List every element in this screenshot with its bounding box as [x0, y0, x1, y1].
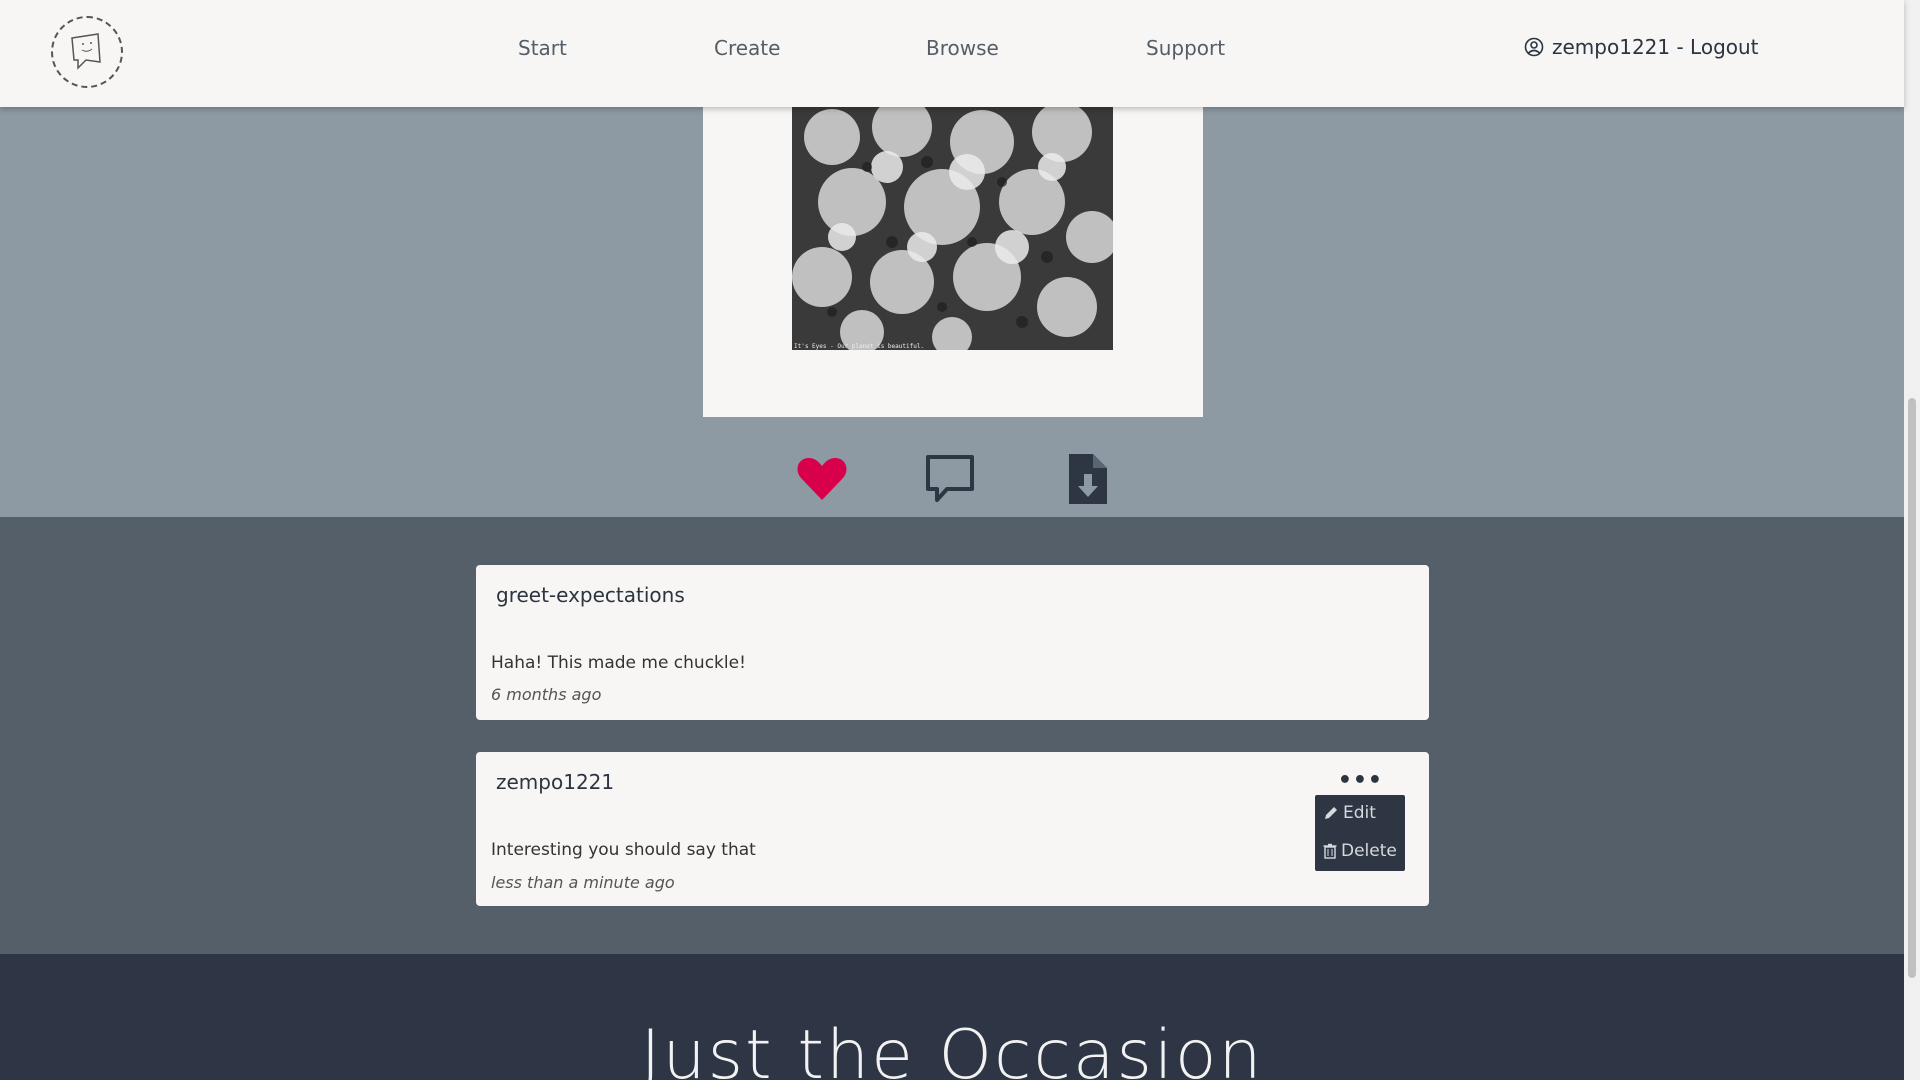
nav-support[interactable]: Support — [1146, 36, 1225, 60]
heart-icon — [797, 458, 847, 500]
comment-button[interactable] — [923, 452, 977, 506]
trash-icon — [1323, 843, 1337, 859]
download-button[interactable] — [1061, 452, 1115, 506]
comment-author[interactable]: zempo1221 — [496, 770, 614, 794]
download-file-icon — [1069, 454, 1107, 504]
footer-title: Just the Occasion — [640, 1016, 1264, 1080]
nav-start[interactable]: Start — [518, 36, 567, 60]
like-button[interactable] — [795, 452, 849, 506]
user-logout-link[interactable]: zempo1221 - Logout — [1524, 35, 1759, 59]
card-photo: It's Eyes - Our planet is beautiful. — [792, 107, 1113, 350]
user-logout-label: zempo1221 - Logout — [1552, 35, 1759, 59]
comment-icon — [926, 455, 974, 502]
card-frame: It's Eyes - Our planet is beautiful. — [703, 107, 1203, 417]
scrollbar-thumb[interactable] — [1908, 398, 1916, 978]
comment-time: 6 months ago — [491, 685, 602, 704]
user-circle-icon — [1524, 37, 1544, 57]
edit-comment-button[interactable]: Edit — [1323, 803, 1376, 823]
photo-caption: It's Eyes - Our planet is beautiful. — [794, 343, 925, 350]
comments-section: greet-expectations Haha! This made me ch… — [0, 517, 1904, 954]
comment-card: zempo1221 ••• Interesting you should say… — [476, 752, 1429, 906]
more-options-button[interactable]: ••• — [1338, 768, 1383, 793]
comment-card: greet-expectations Haha! This made me ch… — [476, 565, 1429, 720]
card-display-section: It's Eyes - Our planet is beautiful. — [0, 107, 1904, 517]
logo-icon[interactable] — [51, 16, 123, 88]
delete-label: Delete — [1341, 841, 1397, 861]
site-header: Start Create Browse Support zempo1221 - … — [0, 0, 1904, 107]
nav-create[interactable]: Create — [714, 36, 780, 60]
comment-text: Interesting you should say that — [491, 840, 756, 860]
edit-label: Edit — [1343, 803, 1376, 823]
page-scrollbar[interactable] — [1904, 0, 1920, 1080]
nav-browse[interactable]: Browse — [926, 36, 999, 60]
pencil-icon — [1325, 807, 1337, 819]
site-footer: Just the Occasion — [0, 954, 1904, 1080]
comment-text: Haha! This made me chuckle! — [491, 653, 746, 673]
delete-comment-button[interactable]: Delete — [1323, 841, 1397, 861]
comment-author[interactable]: greet-expectations — [496, 583, 685, 607]
comment-time: less than a minute ago — [491, 873, 675, 892]
comment-options-menu: Edit Delete — [1315, 795, 1405, 871]
